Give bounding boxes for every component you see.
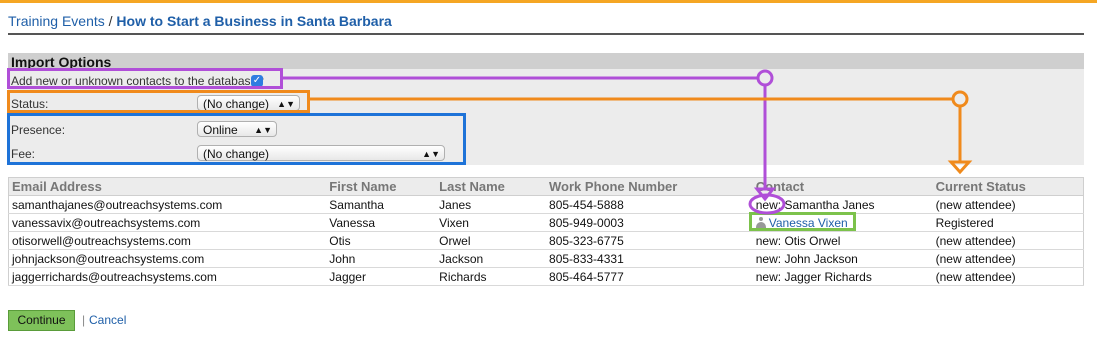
email-cell: otisorwell@outreachsystems.com — [8, 231, 327, 250]
column-header-current-status: Current Status — [932, 177, 1084, 196]
breadcrumb: Training Events / How to Start a Busines… — [8, 13, 392, 29]
status-cell: (new attendee) — [932, 249, 1084, 268]
column-header-email: Email Address — [8, 177, 327, 196]
email-cell: vanessavix@outreachsystems.com — [8, 213, 327, 232]
import-options-title: Import Options — [11, 54, 112, 70]
contact-cell: new: Samantha Janes — [752, 195, 933, 214]
table-row: vanessavix@outreachsystems.com Vanessa V… — [8, 213, 1084, 232]
contact-link[interactable]: Vanessa Vixen — [769, 216, 848, 230]
contacts-table: Email Address First Name Last Name Work … — [8, 177, 1084, 286]
last-name-cell: Janes — [436, 195, 547, 214]
first-name-cell: Vanessa — [326, 213, 437, 232]
new-contact-prefix: new: — [755, 233, 782, 248]
phone-cell: 805-454-5888 — [546, 195, 753, 214]
fee-select[interactable]: (No change) ▲▼ — [197, 145, 445, 161]
contact-name: John Jackson — [784, 251, 858, 266]
updown-arrows-icon: ▲▼ — [422, 149, 440, 159]
phone-cell: 805-464-5777 — [546, 267, 753, 286]
last-name-cell: Vixen — [436, 213, 547, 232]
last-name-cell: Jackson — [436, 249, 547, 268]
phone-cell: 805-949-0003 — [546, 213, 753, 232]
contact-cell: new: Jagger Richards — [752, 267, 933, 286]
status-cell: (new attendee) — [932, 195, 1084, 214]
phone-cell: 805-833-4331 — [546, 249, 753, 268]
fee-label: Fee: — [11, 147, 36, 161]
import-options-header: Import Options — [8, 53, 1084, 70]
table-row: jaggerrichards@outreachsystems.com Jagge… — [8, 267, 1084, 286]
contact-cell: Vanessa Vixen — [752, 213, 933, 232]
updown-arrows-icon: ▲▼ — [277, 99, 295, 109]
table-row: johnjackson@outreachsystems.com John Jac… — [8, 249, 1084, 268]
checkmark-icon: ✓ — [252, 75, 262, 86]
contact-name: Samantha Janes — [784, 197, 875, 212]
table-header-row: Email Address First Name Last Name Work … — [8, 177, 1084, 196]
first-name-cell: Otis — [326, 231, 437, 250]
column-header-work-phone: Work Phone Number — [546, 177, 753, 196]
presence-select-value: Online — [203, 123, 238, 137]
table-row: otisorwell@outreachsystems.com Otis Orwe… — [8, 231, 1084, 250]
status-cell: (new attendee) — [932, 231, 1084, 250]
top-accent-bar — [0, 0, 1097, 3]
column-header-contact: Contact — [752, 177, 933, 196]
new-contact-prefix: new: — [755, 269, 782, 284]
email-cell: johnjackson@outreachsystems.com — [8, 249, 327, 268]
new-contact-prefix: new: — [755, 251, 782, 266]
table-row: samanthajanes@outreachsystems.com Samant… — [8, 195, 1084, 214]
column-header-last-name: Last Name — [436, 177, 547, 196]
contact-cell: new: Otis Orwel — [752, 231, 933, 250]
first-name-cell: Jagger — [326, 267, 437, 286]
title-divider — [8, 33, 1084, 35]
footer-separator: | — [82, 313, 86, 327]
continue-button[interactable]: Continue — [8, 310, 75, 331]
breadcrumb-separator: / — [104, 13, 117, 29]
email-cell: jaggerrichards@outreachsystems.com — [8, 267, 327, 286]
add-contacts-checkbox[interactable]: ✓ — [251, 75, 263, 87]
status-label: Status: — [11, 97, 49, 111]
status-select[interactable]: (No change) ▲▼ — [197, 95, 300, 111]
fee-select-value: (No change) — [203, 147, 270, 161]
contact-name: Jagger Richards — [784, 269, 872, 284]
first-name-cell: Samantha — [326, 195, 437, 214]
new-contact-prefix: new: — [755, 197, 782, 212]
last-name-cell: Orwel — [436, 231, 547, 250]
first-name-cell: John — [326, 249, 437, 268]
status-cell: (new attendee) — [932, 267, 1084, 286]
presence-label: Presence: — [11, 123, 66, 137]
email-cell: samanthajanes@outreachsystems.com — [8, 195, 327, 214]
cancel-link[interactable]: Cancel — [89, 313, 126, 327]
contact-name: Otis Orwel — [784, 233, 841, 248]
person-icon — [755, 216, 766, 228]
breadcrumb-parent-link[interactable]: Training Events — [8, 13, 105, 29]
presence-select[interactable]: Online ▲▼ — [197, 121, 277, 137]
column-header-first-name: First Name — [326, 177, 437, 196]
updown-arrows-icon: ▲▼ — [254, 125, 272, 135]
phone-cell: 805-323-6775 — [546, 231, 753, 250]
import-options-panel: Import Options Add new or unknown contac… — [8, 53, 1084, 165]
add-contacts-label: Add new or unknown contacts to the datab… — [11, 74, 264, 88]
page-title: How to Start a Business in Santa Barbara — [116, 13, 392, 29]
last-name-cell: Richards — [436, 267, 547, 286]
annotation-connectors — [283, 69, 973, 215]
status-cell: Registered — [932, 213, 1084, 232]
status-select-value: (No change) — [203, 97, 270, 111]
contact-cell: new: John Jackson — [752, 249, 933, 268]
